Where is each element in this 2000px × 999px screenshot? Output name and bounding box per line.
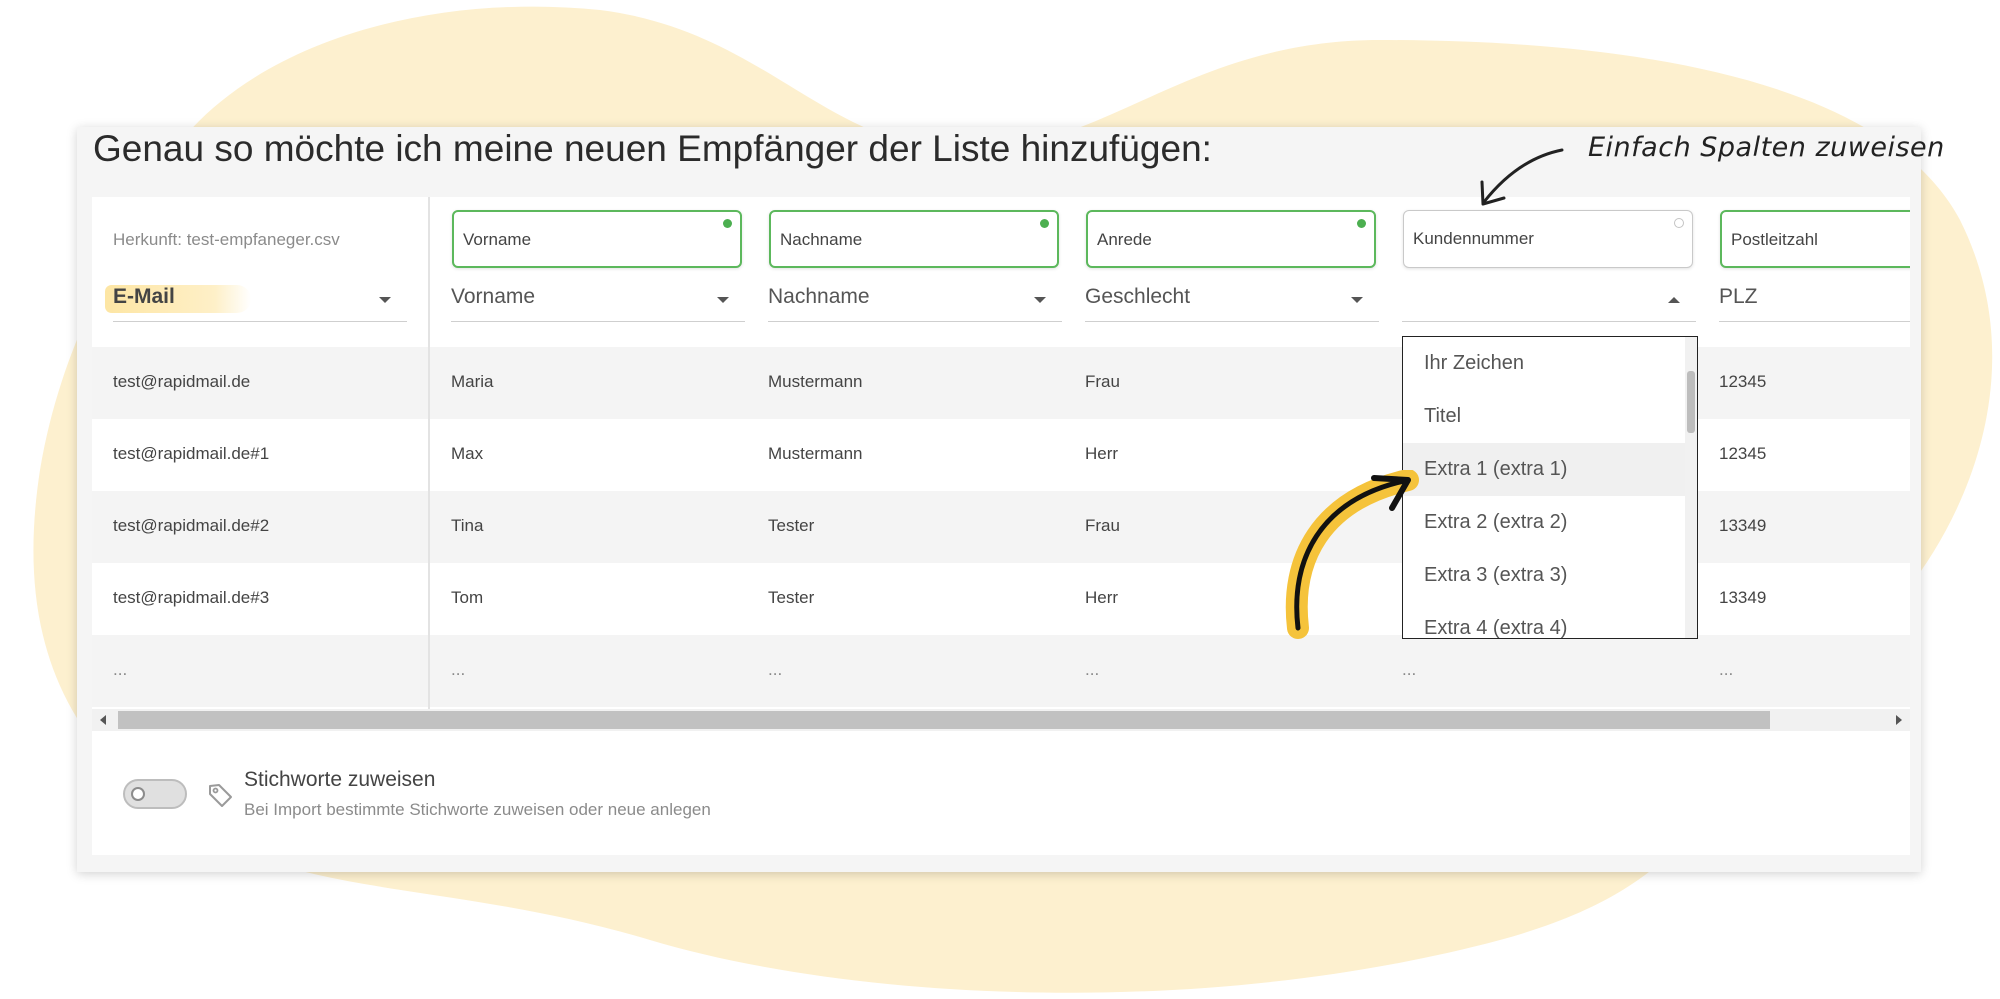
- dropdown-option[interactable]: Extra 3 (extra 3): [1403, 549, 1685, 602]
- cell-email: test@rapidmail.de: [113, 372, 251, 391]
- unmapped-dot-icon: [1674, 218, 1684, 228]
- cell-geschlecht: Frau: [1085, 372, 1120, 391]
- caret-down-icon: [717, 297, 729, 303]
- column-select-vorname[interactable]: Vorname: [451, 283, 745, 322]
- cell-ellipsis: ...: [451, 660, 466, 679]
- cell-vorname: Maria: [451, 372, 494, 391]
- cell-email: test@rapidmail.de#1: [113, 444, 270, 463]
- field-box-anrede[interactable]: Anrede: [1086, 210, 1376, 268]
- tag-setting-title: Stichworte zuweisen: [244, 768, 436, 791]
- scroll-right-icon[interactable]: [1896, 715, 1902, 725]
- cell-email: test@rapidmail.de#2: [113, 516, 270, 535]
- horizontal-scroll-thumb[interactable]: [118, 711, 1770, 729]
- field-box-kundennummer[interactable]: Kundennummer: [1403, 210, 1693, 268]
- cell-vorname: Max: [451, 444, 484, 463]
- option-label: Extra 2 (extra 2): [1424, 511, 1568, 533]
- field-box-vorname[interactable]: Vorname: [452, 210, 742, 268]
- cell-ellipsis: ...: [1719, 660, 1734, 679]
- toggle-knob: [131, 787, 145, 801]
- cell-plz: 13349: [1719, 516, 1767, 535]
- caret-up-icon: [1668, 297, 1680, 303]
- field-dropdown-list[interactable]: Ihr Zeichen Titel Extra 1 (extra 1) Extr…: [1402, 336, 1698, 639]
- cell-nachname: Mustermann: [768, 372, 863, 391]
- cell-plz: 13349: [1719, 588, 1767, 607]
- column-select-nachname[interactable]: Nachname: [768, 283, 1062, 322]
- field-label: Postleitzahl: [1731, 230, 1818, 249]
- caret-down-icon: [379, 297, 391, 303]
- select-value: Vorname: [451, 285, 536, 308]
- cell-nachname: Tester: [768, 588, 815, 607]
- select-value: Geschlecht: [1085, 285, 1191, 308]
- option-label: Extra 4 (extra 4): [1424, 617, 1568, 639]
- option-label: Ihr Zeichen: [1424, 352, 1525, 374]
- dropdown-option[interactable]: Extra 4 (extra 4): [1403, 602, 1685, 639]
- select-value: Nachname: [768, 285, 870, 308]
- column-select-email[interactable]: E-Mail: [105, 283, 407, 322]
- cell-ellipsis: ...: [1085, 660, 1100, 679]
- option-label: Extra 1 (extra 1): [1424, 458, 1568, 480]
- mapped-dot-icon: [1040, 219, 1049, 228]
- select-value: E-Mail: [113, 285, 175, 308]
- tag-icon: [209, 784, 232, 807]
- column-divider: [428, 197, 430, 709]
- dropdown-scroll-thumb[interactable]: [1687, 371, 1695, 433]
- cell-geschlecht: Herr: [1085, 588, 1119, 607]
- select-value: PLZ: [1719, 285, 1758, 308]
- cell-nachname: Tester: [768, 516, 815, 535]
- field-label: Anrede: [1097, 230, 1152, 249]
- tag-toggle[interactable]: [123, 779, 187, 809]
- dropdown-scrollbar[interactable]: [1685, 337, 1697, 638]
- field-label: Kundennummer: [1413, 229, 1534, 248]
- column-select-plz[interactable]: PLZ: [1719, 283, 1910, 322]
- cell-plz: 12345: [1719, 444, 1767, 463]
- column-select-geschlecht[interactable]: Geschlecht: [1085, 283, 1379, 322]
- cell-nachname: Mustermann: [768, 444, 863, 463]
- tag-setting-subtitle: Bei Import bestimmte Stichworte zuweisen…: [244, 800, 711, 819]
- curved-arrow-icon: [1285, 470, 1419, 639]
- cell-ellipsis: ...: [768, 660, 783, 679]
- tag-settings-panel: [92, 731, 1910, 855]
- cell-plz: 12345: [1719, 372, 1767, 391]
- cell-geschlecht: Frau: [1085, 516, 1120, 535]
- origin-label: Herkunft: test-empfaneger.csv: [113, 230, 340, 249]
- caret-down-icon: [1034, 297, 1046, 303]
- page-title: Genau so möchte ich meine neuen Empfänge…: [93, 128, 1212, 169]
- scroll-left-icon[interactable]: [100, 715, 106, 725]
- dropdown-option[interactable]: Titel: [1403, 390, 1685, 443]
- dropdown-option[interactable]: Ihr Zeichen: [1403, 337, 1685, 390]
- field-box-nachname[interactable]: Nachname: [769, 210, 1059, 268]
- option-label: Extra 3 (extra 3): [1424, 564, 1568, 586]
- field-label: Nachname: [780, 230, 863, 249]
- caret-down-icon: [1351, 297, 1363, 303]
- field-box-postleitzahl[interactable]: Postleitzahl: [1720, 210, 1910, 268]
- horizontal-scrollbar[interactable]: [92, 709, 1910, 731]
- cell-geschlecht: Herr: [1085, 444, 1119, 463]
- column-select-kundennummer[interactable]: [1402, 283, 1696, 322]
- table-row: [92, 635, 1910, 707]
- cell-ellipsis: ...: [1402, 660, 1417, 679]
- mapped-dot-icon: [1357, 219, 1366, 228]
- dropdown-option-hovered[interactable]: Extra 1 (extra 1): [1403, 443, 1685, 496]
- annotation-label: Einfach Spalten zuweisen: [1588, 132, 1945, 163]
- cell-ellipsis: ...: [113, 660, 128, 679]
- dropdown-option[interactable]: Extra 2 (extra 2): [1403, 496, 1685, 549]
- pointer-arrow-icon: [1480, 148, 1564, 206]
- option-label: Titel: [1424, 405, 1462, 427]
- cell-vorname: Tom: [451, 588, 484, 607]
- cell-email: test@rapidmail.de#3: [113, 588, 270, 607]
- cell-vorname: Tina: [451, 516, 484, 535]
- field-label: Vorname: [463, 230, 532, 249]
- mapped-dot-icon: [723, 219, 732, 228]
